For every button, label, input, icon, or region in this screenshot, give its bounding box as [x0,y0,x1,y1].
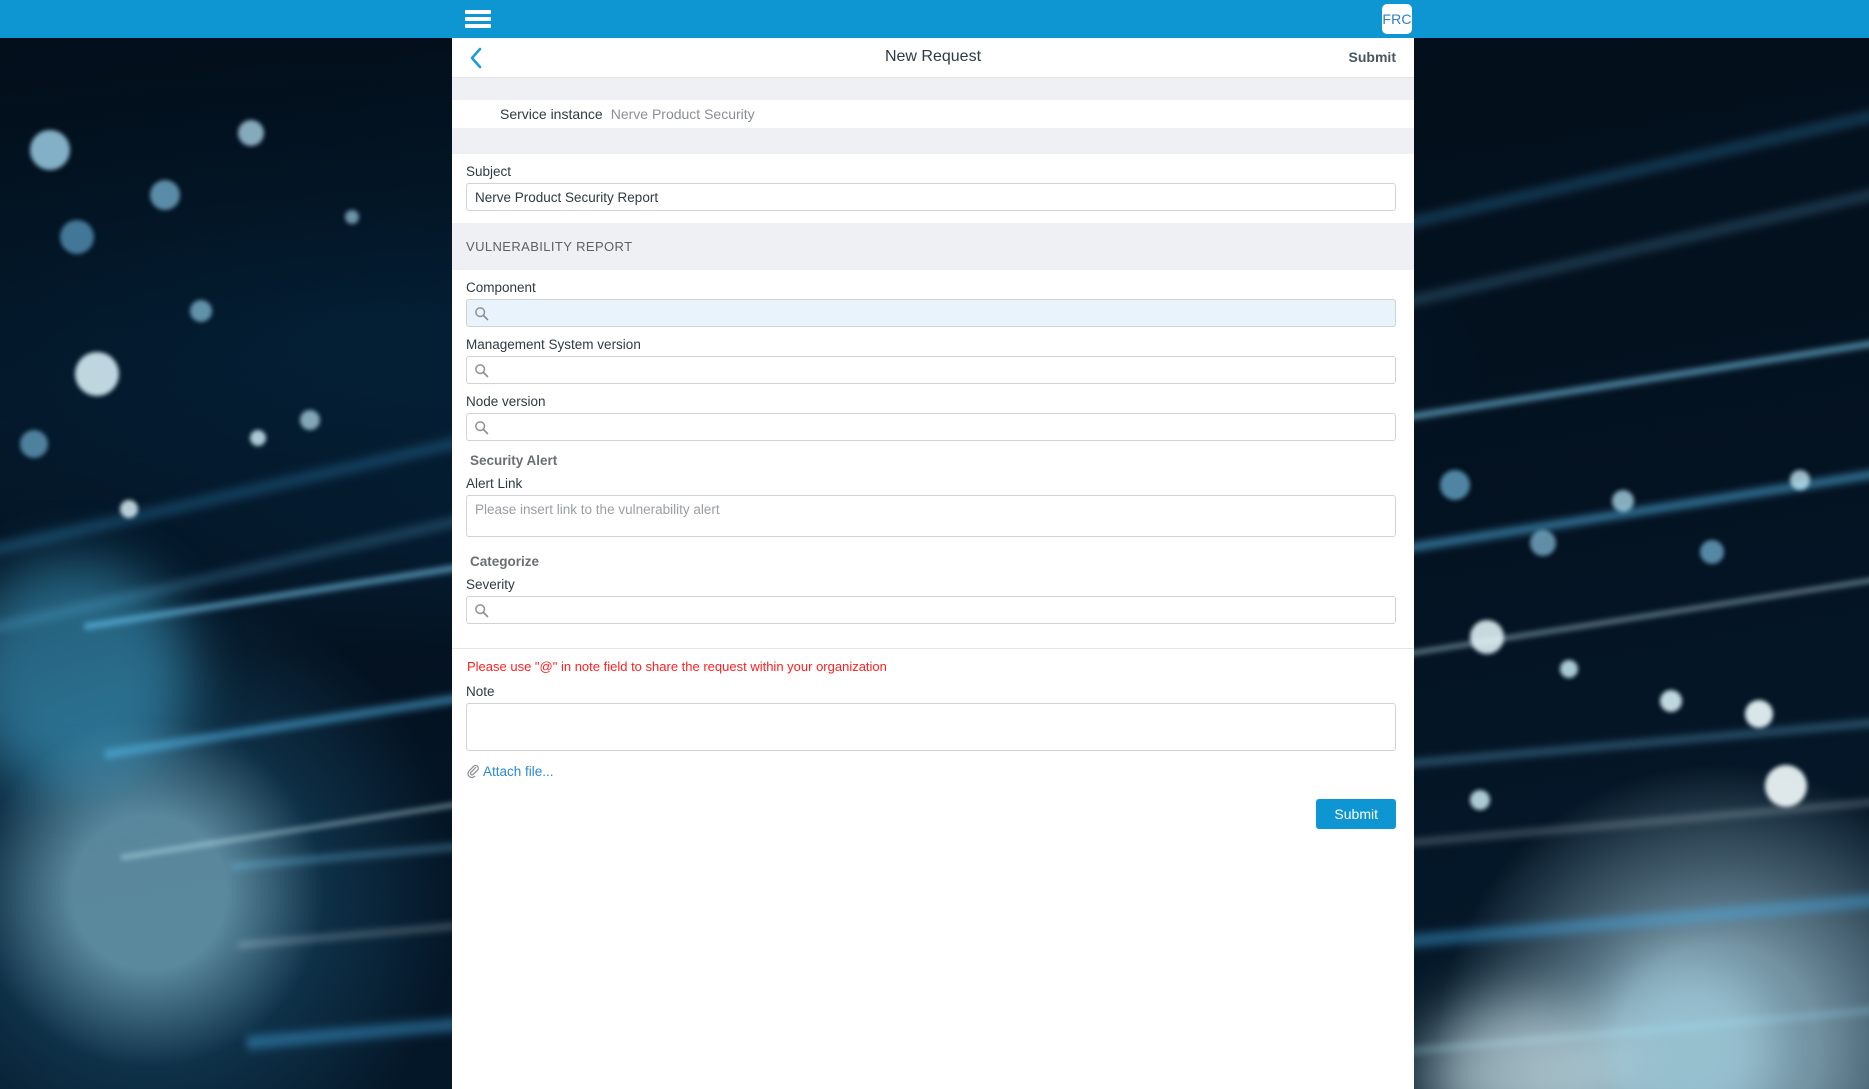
background-bokeh-dot [1790,470,1810,490]
categorize-heading: Categorize [466,542,1396,575]
subject-field-group: Subject [452,154,1414,211]
service-instance-label: Service instance [500,106,603,122]
security-alert-heading: Security Alert [466,441,1396,474]
service-instance-row: Service instance Nerve Product Security [452,100,1414,128]
background-bokeh-dot [190,300,212,322]
search-icon [474,306,489,321]
app-top-bar: FRC [0,0,1869,38]
form-body: Subject VULNERABILITY REPORT Component [452,154,1414,829]
component-label: Component [466,270,1396,299]
security-alert-group: Security Alert Alert Link [452,441,1414,542]
note-textarea[interactable] [466,703,1396,751]
note-label: Note [466,674,1396,703]
spacer [452,624,1414,648]
background-bokeh-dot [120,500,138,518]
severity-label: Severity [466,575,1396,596]
background-bokeh-dot [1470,620,1504,654]
attach-file-label: Attach file... [483,764,554,779]
categorize-group: Categorize Severity [452,542,1414,624]
service-instance-value: Nerve Product Security [611,106,755,122]
page-title: New Request [452,48,1414,66]
node-version-field-group: Node version [452,384,1414,441]
search-icon [474,603,489,618]
submit-button[interactable]: Submit [1316,799,1396,829]
background-bokeh-dot [1660,690,1682,712]
subject-input[interactable] [466,183,1396,211]
background-bokeh-dot [1612,490,1634,512]
share-request-notice: Please use "@" in note field to share th… [467,649,1396,674]
background-bokeh-dot [1765,765,1807,807]
management-system-version-input[interactable] [489,363,1395,378]
search-icon [474,420,489,435]
alert-link-label: Alert Link [466,474,1396,495]
frc-badge-label: FRC [1382,11,1411,27]
background-bokeh-dot [1745,700,1773,728]
background-bokeh-dot [345,210,359,224]
page-root: FRC New Request Submit Service instance … [0,0,1869,1089]
background-bokeh-dot [1560,660,1578,678]
component-lookup[interactable] [466,299,1396,327]
background-bokeh-dot [1470,790,1490,810]
management-system-version-field-group: Management System version [452,327,1414,384]
background-bokeh-dot [300,410,320,430]
node-version-label: Node version [466,384,1396,413]
spacer-strip [452,78,1414,100]
background-bokeh-dot [1700,540,1724,564]
background-bokeh-dot [238,120,264,146]
hamburger-bar [465,24,491,28]
form-panel: New Request Submit Service instance Nerv… [452,38,1414,1089]
spacer-strip [452,128,1414,154]
background-bokeh-dot [20,430,48,458]
alert-link-textarea[interactable] [466,495,1396,537]
node-version-lookup[interactable] [466,413,1396,441]
background-bokeh-dot [1530,530,1556,556]
management-system-version-label: Management System version [466,327,1396,356]
search-icon [474,363,489,378]
background-bokeh-dot [1440,470,1470,500]
hamburger-menu-icon[interactable] [465,8,491,30]
background-bokeh-dot [60,220,94,254]
node-version-input[interactable] [489,420,1395,435]
frc-logo-badge[interactable]: FRC [1382,4,1412,34]
footer-submit-row: Submit [452,779,1414,829]
component-input[interactable] [489,306,1395,321]
header-submit-button[interactable]: Submit [1349,49,1396,65]
subject-label: Subject [466,154,1396,183]
severity-lookup[interactable] [466,596,1396,624]
form-header-bar: New Request Submit [452,38,1414,78]
component-field-group: Component [452,270,1414,327]
attach-file-link[interactable]: Attach file... [466,756,554,779]
background-bokeh-dot [75,352,119,396]
note-group: Please use "@" in note field to share th… [452,649,1414,779]
background-bokeh-dot [250,430,266,446]
background-bokeh-dot [150,180,180,210]
spacer [452,211,1414,223]
management-system-version-lookup[interactable] [466,356,1396,384]
hamburger-bar [465,17,491,21]
severity-input[interactable] [489,603,1395,618]
hamburger-bar [465,10,491,14]
background-bokeh-dot [30,130,70,170]
paperclip-icon [466,765,480,779]
vulnerability-report-section-heading: VULNERABILITY REPORT [452,223,1414,270]
